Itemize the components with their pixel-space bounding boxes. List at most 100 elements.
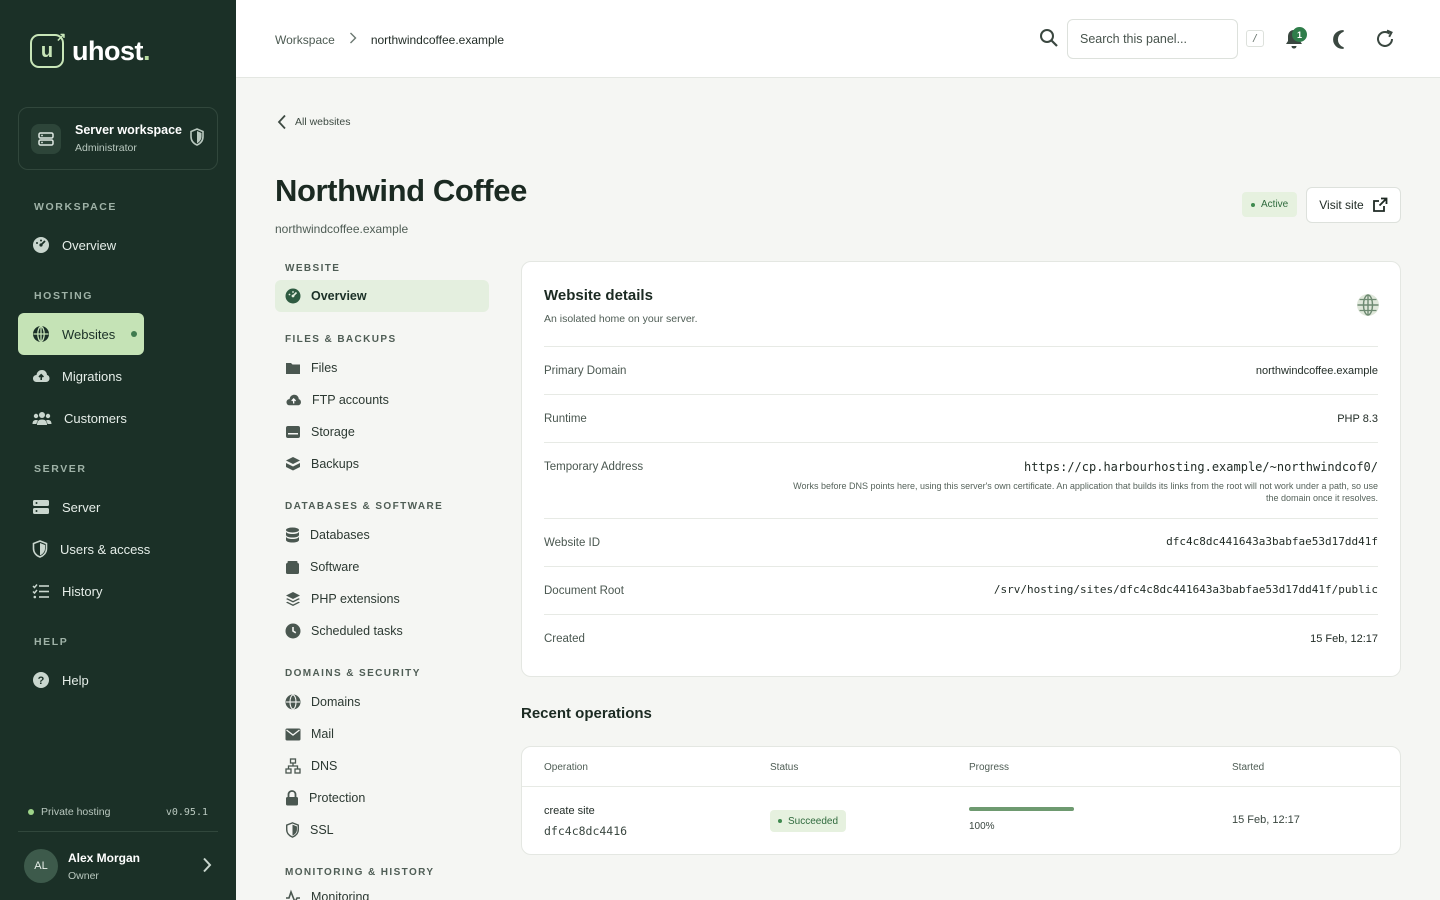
detail-label: Website ID [544, 537, 601, 549]
clock-icon [285, 623, 301, 639]
visit-site-button[interactable]: Visit site [1306, 187, 1401, 223]
workspace-switcher[interactable]: Server workspace Administrator [18, 107, 218, 170]
divider [18, 831, 218, 832]
detail-note: Works before DNS points here, using this… [793, 481, 1378, 503]
workspace-title: Server workspace [75, 123, 183, 137]
sidebar-item-history[interactable]: History [18, 570, 218, 612]
visit-site-label: Visit site [1319, 198, 1364, 212]
sidebar-item-label: History [62, 583, 103, 599]
lock-icon [286, 790, 298, 806]
operation-name: create site [544, 805, 595, 817]
shield-icon [286, 822, 299, 838]
subnav-item-ftp[interactable]: FTP accounts [275, 384, 489, 416]
hard-drive-icon [286, 426, 300, 438]
network-icon [285, 758, 301, 774]
operation-id: dfc4c8dc4416 [544, 824, 628, 838]
search-icon[interactable] [1039, 28, 1059, 51]
column-header: Started [1232, 762, 1265, 773]
avatar: AL [24, 849, 58, 883]
globe-icon [1356, 293, 1380, 320]
subnav-item-ssl[interactable]: SSL [275, 814, 489, 846]
website-details-card: Website details An isolated home on your… [521, 261, 1401, 677]
hosting-status-label: Private hosting [41, 806, 111, 818]
card-title: Website details [544, 287, 653, 304]
detail-row-temporary-address: Temporary Address https://cp.harbourhost… [544, 442, 1378, 518]
list-check-icon [32, 584, 49, 599]
subnav-item-label: Software [310, 560, 360, 574]
user-name: Alex Morgan [68, 850, 141, 865]
detail-value[interactable]: /srv/hosting/sites/dfc4c8dc441643a3babfa… [994, 583, 1378, 596]
detail-label: Document Root [544, 585, 624, 597]
subnav-item-backups[interactable]: Backups [275, 448, 489, 480]
status-badge-label: Active [1261, 199, 1289, 210]
search-input[interactable]: Search this panel... [1067, 19, 1238, 59]
cloud-upload-icon [286, 394, 301, 406]
subnav-item-label: SSL [310, 823, 334, 837]
detail-value[interactable]: northwindcoffee.example [1256, 365, 1378, 377]
external-link-icon [1372, 197, 1388, 212]
nav-section-workspace: WORKSPACE [34, 201, 118, 213]
page-subtitle: northwindcoffee.example [275, 222, 409, 236]
subnav-item-label: FTP accounts [312, 393, 389, 407]
help-icon: ? [33, 672, 49, 688]
sidebar-item-label: Users & access [60, 541, 151, 557]
subnav-item-domains[interactable]: Domains [275, 686, 489, 718]
subnav-item-software[interactable]: Software [275, 551, 489, 583]
globe-icon [33, 325, 49, 343]
subnav-item-scheduled-tasks[interactable]: Scheduled tasks [275, 615, 489, 647]
subnav-item-label: Files [311, 361, 338, 375]
search-shortcut-key: / [1246, 30, 1264, 47]
progress-label: 100% [969, 821, 995, 832]
activity-icon [286, 889, 300, 900]
refresh-icon[interactable] [1374, 28, 1396, 53]
logo[interactable]: u ↗ uhost. [30, 30, 151, 68]
status-badge: Succeeded [770, 810, 847, 832]
subnav-item-databases[interactable]: Databases [275, 519, 489, 551]
status-badge: Active [1242, 192, 1298, 217]
sidebar-item-server[interactable]: Server [18, 486, 218, 528]
nav-section-help: HELP [34, 636, 69, 648]
sidebar-item-overview[interactable]: Overview [18, 224, 218, 266]
logo-icon: u ↗ [30, 30, 66, 68]
subnav-item-php-extensions[interactable]: PHP extensions [275, 583, 489, 615]
subnav-item-protection[interactable]: Protection [275, 782, 489, 814]
moon-icon[interactable] [1328, 28, 1350, 53]
hosting-status: Private hosting v0.95.1 [28, 806, 208, 818]
subnav-section-domains: DOMAINS & SECURITY [285, 668, 421, 679]
subnav-item-mail[interactable]: Mail [275, 718, 489, 750]
subnav-item-label: Storage [311, 425, 355, 439]
sidebar-item-users-access[interactable]: Users & access [18, 528, 218, 570]
sidebar-item-label: Migrations [62, 368, 122, 384]
back-link[interactable]: All websites [277, 114, 350, 130]
package-icon [286, 560, 299, 574]
shield-icon [32, 540, 48, 558]
sidebar-item-label: Customers [64, 410, 127, 426]
column-header: Status [770, 762, 799, 773]
subnav-item-files[interactable]: Files [275, 352, 489, 384]
detail-value[interactable]: dfc4c8dc441643a3babfae53d17dd41f [1166, 535, 1378, 548]
breadcrumb-workspace[interactable]: Workspace [275, 33, 335, 47]
sidebar-item-help[interactable]: ? Help [18, 659, 218, 701]
progress-bar [969, 807, 1074, 811]
topbar: Workspace northwindcoffee.example Search… [236, 0, 1440, 78]
users-icon [32, 412, 52, 425]
sidebar-item-customers[interactable]: Customers [18, 397, 218, 439]
subnav-section-files: FILES & BACKUPS [285, 334, 397, 345]
chevron-right-icon [349, 32, 357, 47]
temporary-address-link[interactable]: https://cp.harbourhosting.example/~north… [1024, 460, 1378, 474]
dashboard-icon [33, 237, 49, 253]
detail-value: PHP 8.3 [1337, 413, 1378, 425]
subnav-item-overview[interactable]: Overview [275, 280, 489, 312]
user-menu[interactable]: AL Alex Morgan Owner [24, 849, 212, 883]
subnav-section-monitoring: MONITORING & HISTORY [285, 867, 435, 878]
sidebar-item-migrations[interactable]: Migrations [18, 355, 218, 397]
sidebar-item-label: Server [62, 499, 101, 515]
subnav-item-dns[interactable]: DNS [275, 750, 489, 782]
subnav-item-monitoring[interactable]: Monitoring [275, 881, 489, 900]
sidebar-item-websites[interactable]: Websites [18, 313, 144, 355]
subnav-item-label: Protection [309, 791, 366, 805]
nav-section-hosting: HOSTING [34, 290, 94, 302]
nav-section-server: SERVER [34, 463, 87, 475]
subnav-item-storage[interactable]: Storage [275, 416, 489, 448]
table-header: Operation Status Progress Started [522, 747, 1400, 787]
